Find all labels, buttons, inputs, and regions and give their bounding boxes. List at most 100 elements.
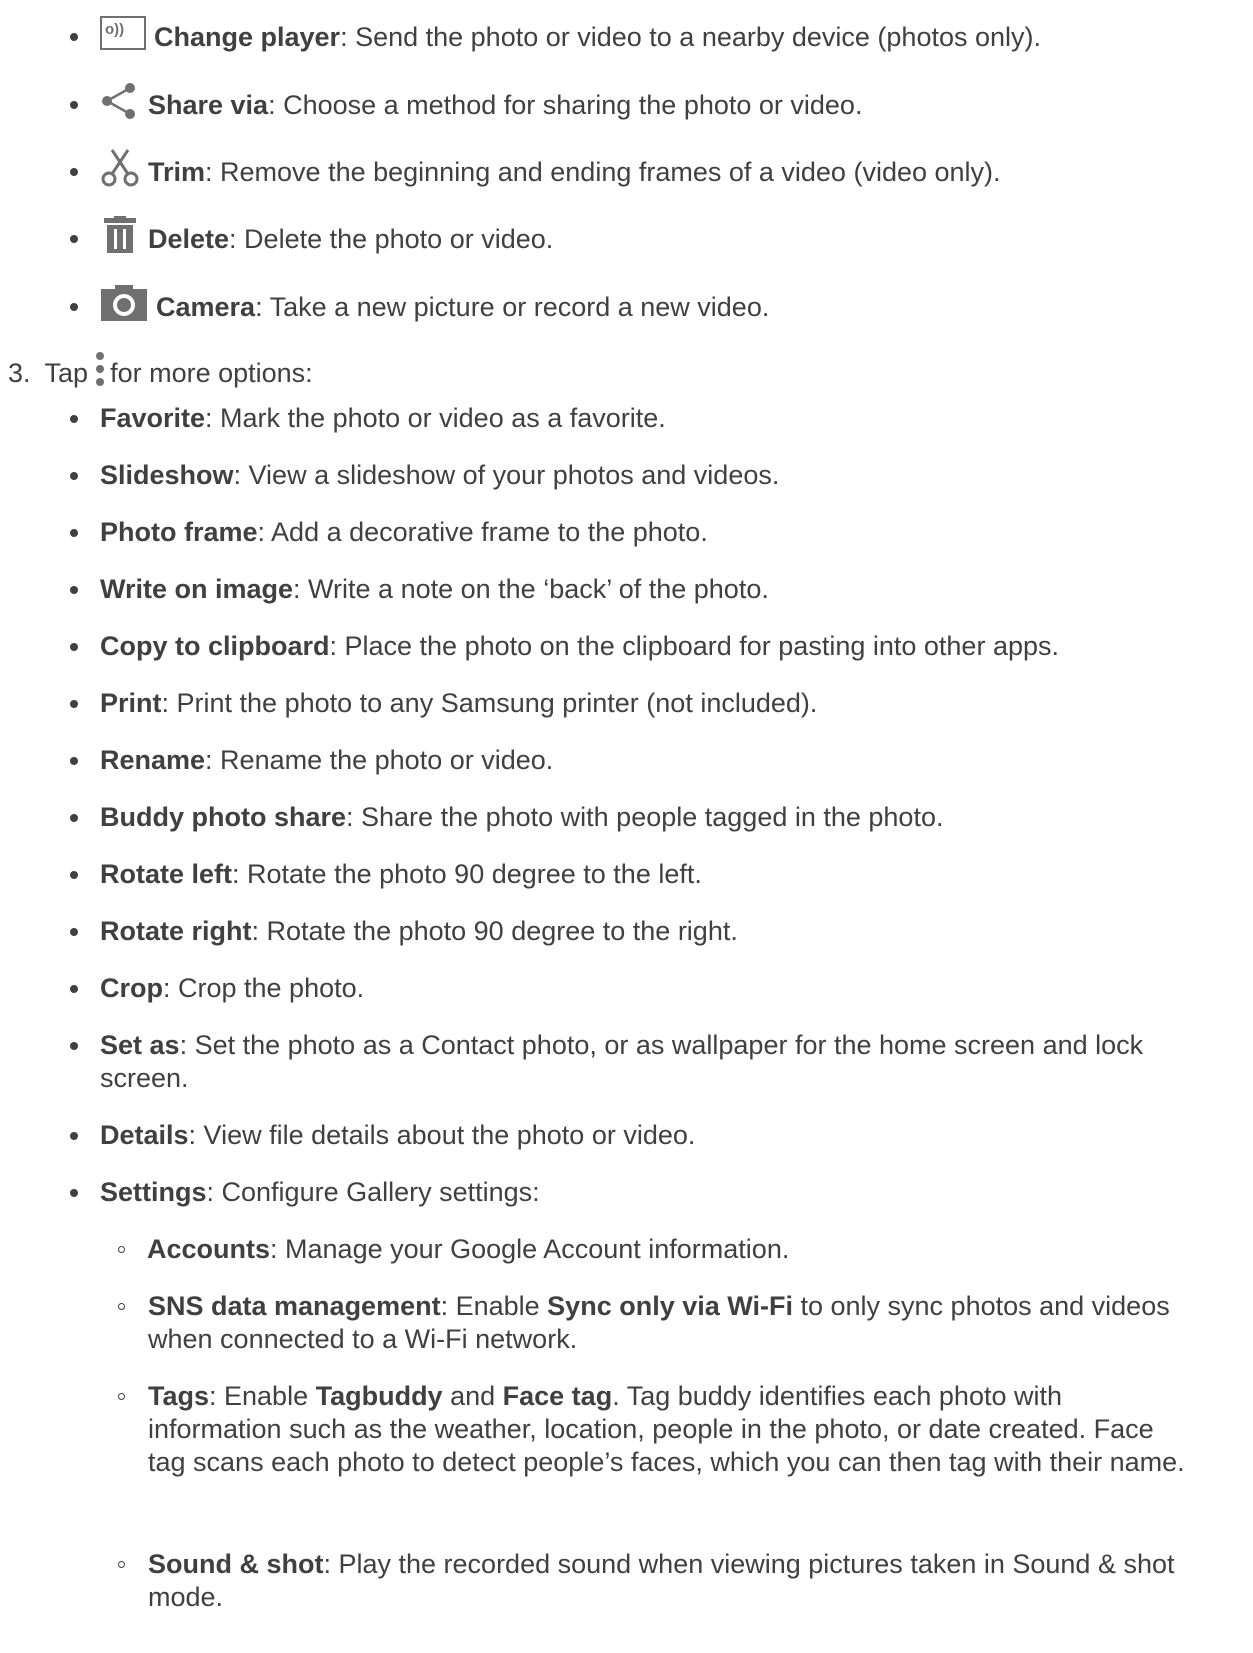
bullet	[70, 33, 78, 41]
list-item: Camera: Take a new picture or record a n…	[70, 284, 769, 330]
camera-icon	[100, 284, 148, 330]
bullet	[70, 870, 78, 879]
item-term: Sound & shot	[148, 1549, 324, 1579]
item-desc: : Write a note on the ‘back’ of the phot…	[293, 574, 769, 604]
item-term: Delete	[148, 223, 230, 254]
item-desc: : Mark the photo or video as a favorite.	[205, 403, 666, 433]
share-icon	[100, 83, 140, 127]
item-desc: : Place the photo on the clipboard for p…	[329, 631, 1060, 661]
list-item: Set as: Set the photo as a Contact photo…	[70, 1029, 1190, 1095]
cast-icon: o))	[100, 16, 146, 58]
list-item: Copy to clipboard: Place the photo on th…	[70, 630, 1059, 663]
item-term: Settings	[100, 1177, 207, 1207]
list-item: Favorite: Mark the photo or video as a f…	[70, 402, 666, 435]
item-term: Camera	[156, 291, 256, 322]
trash-icon	[100, 216, 140, 262]
item-desc: : Manage your Google Account information…	[270, 1234, 790, 1264]
bullet	[70, 471, 78, 480]
list-item: o)) Change player: Send the photo or vid…	[70, 16, 1041, 58]
item-term: Crop	[100, 973, 163, 1003]
item-desc: : Set the photo as a Contact photo, or a…	[100, 1030, 1144, 1093]
item-term: Trim	[148, 156, 206, 187]
item-desc: : Print the photo to any Samsung printer…	[161, 688, 818, 718]
circle-bullet	[118, 1246, 125, 1253]
item-term: Accounts	[147, 1234, 271, 1264]
item-term: Details	[100, 1120, 189, 1150]
item-term: Tags	[148, 1381, 210, 1411]
list-item: Delete: Delete the photo or video.	[70, 216, 553, 262]
list-item: Rotate left: Rotate the photo 90 degree …	[70, 858, 702, 891]
list-item: Rename: Rename the photo or video.	[70, 744, 553, 777]
item-term-3: Face tag	[502, 1381, 613, 1411]
item-term: Print	[100, 688, 162, 718]
item-desc: : Rename the photo or video.	[205, 745, 554, 775]
bullet	[70, 585, 78, 594]
bullet	[70, 101, 78, 109]
bullet	[70, 414, 78, 423]
item-term: SNS data management	[148, 1291, 441, 1321]
step-number: 3.	[8, 357, 31, 388]
bullet	[70, 235, 78, 243]
item-desc: : View a slideshow of your photos and vi…	[233, 460, 780, 490]
list-item: Details: View file details about the pho…	[70, 1119, 695, 1152]
item-desc: : Crop the photo.	[163, 973, 365, 1003]
bullet	[70, 1131, 78, 1140]
bullet	[70, 528, 78, 537]
item-desc: : Send the photo or video to a nearby de…	[340, 21, 1042, 52]
item-term-2: Tagbuddy	[315, 1381, 443, 1411]
step-3: 3. Tap for more options:	[8, 351, 313, 395]
step-text-before: Tap	[44, 357, 89, 388]
sub-list-item: SNS data management: Enable Sync only vi…	[118, 1290, 1198, 1356]
circle-bullet	[118, 1303, 125, 1310]
list-item: Buddy photo share: Share the photo with …	[70, 801, 943, 834]
bullet	[70, 168, 78, 176]
list-item: Slideshow: View a slideshow of your phot…	[70, 459, 779, 492]
item-desc-2: and	[442, 1381, 503, 1411]
bullet	[70, 984, 78, 993]
more-options-icon	[94, 351, 106, 395]
bullet	[70, 1042, 78, 1050]
sub-list-item: Accounts: Manage your Google Account inf…	[118, 1233, 789, 1266]
item-term: Rotate left	[100, 859, 233, 889]
item-term: Buddy photo share	[100, 802, 347, 832]
item-desc: : Add a decorative frame to the photo.	[257, 517, 708, 547]
item-desc: : Enable	[440, 1291, 548, 1321]
item-term-2: Sync only via Wi-Fi	[547, 1291, 793, 1321]
list-item: Trim: Remove the beginning and ending fr…	[70, 148, 1001, 196]
item-term: Write on image	[100, 574, 294, 604]
item-desc: : Share the photo with people tagged in …	[346, 802, 944, 832]
circle-bullet	[118, 1393, 125, 1400]
item-term: Slideshow	[100, 460, 234, 490]
item-desc: : Enable	[209, 1381, 316, 1411]
item-term: Favorite	[100, 403, 206, 433]
list-item: Print: Print the photo to any Samsung pr…	[70, 687, 817, 720]
item-term: Rotate right	[100, 916, 252, 946]
item-desc: : Configure Gallery settings:	[206, 1177, 540, 1207]
item-desc: : Remove the beginning and ending frames…	[205, 156, 1001, 187]
step-text-after: for more options:	[110, 357, 313, 388]
bullet	[70, 1188, 78, 1197]
item-term: Copy to clipboard	[100, 631, 330, 661]
list-item: Settings: Configure Gallery settings:	[70, 1176, 540, 1209]
bullet	[70, 756, 78, 765]
item-term: Photo frame	[100, 517, 258, 547]
item-desc: : Take a new picture or record a new vid…	[255, 291, 770, 322]
item-desc: : Delete the photo or video.	[229, 223, 554, 254]
list-item: Share via: Choose a method for sharing t…	[70, 83, 862, 127]
circle-bullet	[118, 1561, 125, 1568]
svg-text:o)): o))	[105, 21, 124, 38]
item-term: Rename	[100, 745, 206, 775]
bullet	[70, 927, 78, 936]
item-desc: : View file details about the photo or v…	[188, 1120, 696, 1150]
item-desc: : Rotate the photo 90 degree to the left…	[232, 859, 702, 889]
sub-list-item: Sound & shot: Play the recorded sound wh…	[118, 1548, 1198, 1614]
list-item: Photo frame: Add a decorative frame to t…	[70, 516, 708, 549]
bullet	[70, 813, 78, 822]
item-term: Change player	[154, 21, 341, 52]
bullet	[70, 303, 78, 311]
item-term: Set as	[100, 1030, 180, 1060]
list-item: Write on image: Write a note on the ‘bac…	[70, 573, 769, 606]
list-item: Crop: Crop the photo.	[70, 972, 364, 1005]
sub-list-item: Tags: Enable Tagbuddy and Face tag. Tag …	[118, 1380, 1198, 1479]
item-term: Share via	[148, 89, 269, 120]
